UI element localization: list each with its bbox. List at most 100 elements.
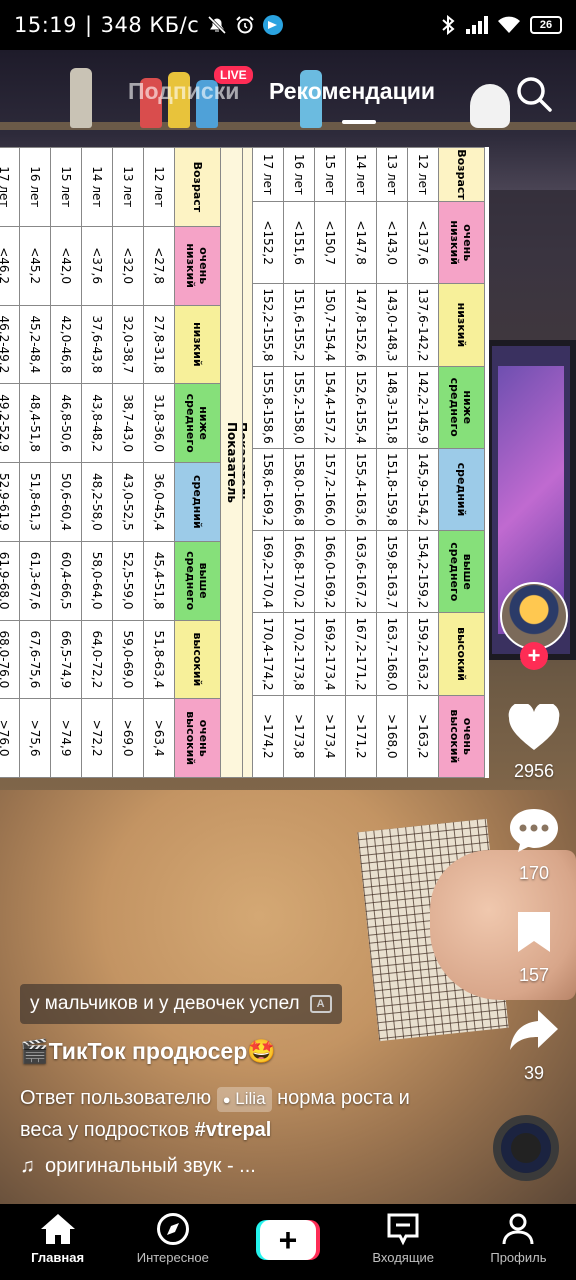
value-cell: <46,2	[0, 226, 20, 305]
nav-discover[interactable]: Интересное	[115, 1204, 230, 1280]
nav-home[interactable]: Главная	[0, 1204, 115, 1280]
age-cell: 14 лет	[81, 147, 113, 227]
search-icon	[517, 77, 552, 112]
value-cell: >163,2	[407, 695, 439, 778]
value-cell: 67,6-75,6	[19, 620, 51, 699]
weight-table: Показатель Возраст очень низкий низкий ниже …	[0, 147, 243, 778]
translate-caption-icon[interactable]: A	[309, 995, 332, 1013]
value-cell: 45,4-51,8	[143, 541, 175, 620]
home-icon	[40, 1214, 75, 1244]
save-button[interactable]: 157	[488, 908, 576, 986]
value-cell: 42,0-46,8	[50, 305, 82, 384]
video-description: Ответ пользователю ● Lilia норма роста и…	[20, 1082, 440, 1146]
nav-profile[interactable]: Профиль	[461, 1204, 576, 1280]
share-button[interactable]: 39	[488, 1006, 576, 1084]
nav-create[interactable]: +	[230, 1204, 345, 1280]
mention-chip[interactable]: ● Lilia	[216, 1087, 272, 1112]
nav-profile-label: Профиль	[490, 1250, 547, 1265]
value-cell: 31,8-36,0	[143, 383, 175, 463]
search-button[interactable]	[514, 74, 554, 114]
column-header: высокий	[174, 620, 221, 699]
age-cell: 13 лет	[376, 147, 408, 202]
age-cell: 15 лет	[50, 147, 82, 227]
profile-icon	[502, 1213, 534, 1245]
follow-button[interactable]: +	[520, 642, 548, 670]
live-badge[interactable]: LIVE	[214, 66, 253, 84]
age-cell: 12 лет	[407, 147, 439, 202]
value-cell: 142,2-145,9	[407, 366, 439, 449]
value-cell: 59,0-69,0	[112, 620, 144, 699]
table-row: 13 лет <32,0 32,0-38,7 38,7-43,0 43,0-52,5 52…	[112, 147, 144, 778]
value-cell: 159,8-163,7	[376, 530, 408, 613]
value-cell: 48,4-51,8	[19, 383, 51, 463]
caption-row: Показатель	[220, 147, 243, 778]
sound-link[interactable]: ♫ оригинальный звук - ...	[20, 1155, 256, 1178]
value-cell: >174,2	[252, 695, 284, 778]
create-button[interactable]: +	[256, 1220, 320, 1260]
reply-prefix: Ответ пользователю	[20, 1087, 212, 1109]
value-cell: 46,2-49,2	[0, 305, 20, 384]
column-header: высокий	[438, 612, 485, 696]
cellular-signal-icon	[466, 16, 488, 34]
column-header: ниже среднего	[438, 366, 485, 449]
hashtag-link[interactable]: #vtrepal	[195, 1119, 272, 1141]
value-cell: 151,8-159,8	[376, 448, 408, 531]
table-row: 13 лет <143,0 143,0-148,3 148,3-151,8 151,8-…	[376, 147, 408, 778]
column-header: очень низкий	[174, 226, 221, 305]
value-cell: <45,2	[19, 226, 51, 305]
age-cell: 17 лет	[0, 147, 20, 227]
value-cell: 167,2-171,2	[345, 612, 377, 696]
nav-inbox-label: Входящие	[372, 1250, 435, 1265]
column-header: очень низкий	[438, 201, 485, 284]
age-cell: 16 лет	[19, 147, 51, 227]
column-header: Возраст	[174, 147, 221, 227]
value-cell: 152,6-155,4	[345, 366, 377, 449]
like-button[interactable]: 2956	[488, 702, 576, 782]
value-cell: 157,2-166,0	[314, 448, 346, 531]
creator-avatar[interactable]	[500, 582, 568, 650]
tab-for-you[interactable]: Рекомендации	[269, 78, 435, 105]
value-cell: 58,0-64,0	[81, 541, 113, 620]
table-row: 12 лет <27,8 27,8-31,8 31,8-36,0 36,0-45,4 45…	[143, 147, 175, 778]
value-cell: <137,6	[407, 201, 439, 284]
comment-button[interactable]: 170	[488, 806, 576, 884]
column-header: очень высокий	[174, 698, 221, 778]
value-cell: 36,0-45,4	[143, 462, 175, 542]
column-header: низкий	[174, 305, 221, 384]
value-cell: 61,9-68,0	[0, 541, 20, 620]
value-cell: 150,7-154,4	[314, 283, 346, 367]
value-cell: 158,6-169,2	[252, 448, 284, 531]
value-cell: 166,0-169,2	[314, 530, 346, 613]
value-cell: 66,5-74,9	[50, 620, 82, 699]
share-count: 39	[523, 1063, 545, 1083]
subtitle-text: у мальчиков и у девочек успел	[30, 993, 300, 1014]
creator-username[interactable]: 🎬ТикТок продюсер🤩	[20, 1038, 276, 1065]
value-cell: 52,5-59,0	[112, 541, 144, 620]
value-cell: >173,4	[314, 695, 346, 778]
save-count: 157	[518, 965, 550, 985]
value-cell: 170,2-173,8	[283, 612, 315, 696]
nav-inbox[interactable]: Входящие	[346, 1204, 461, 1280]
value-cell: 151,6-155,2	[283, 283, 315, 367]
table-row: 14 лет <147,8 147,8-152,6 152,6-155,4 155,4-…	[345, 147, 377, 778]
value-cell: <150,7	[314, 201, 346, 284]
value-cell: 60,4-66,5	[50, 541, 82, 620]
value-cell: 143,0-148,3	[376, 283, 408, 367]
battery-icon: 26	[530, 16, 562, 34]
value-cell: <32,0	[112, 226, 144, 305]
age-cell: 17 лет	[252, 147, 284, 202]
height-table: Возраст очень низкий низкий ниже среднего ср…	[230, 147, 485, 778]
value-cell: 64,0-72,2	[81, 620, 113, 699]
age-cell: 16 лет	[283, 147, 315, 202]
value-cell: >74,9	[50, 698, 82, 778]
plus-icon: +	[260, 1220, 316, 1260]
value-cell: 45,2-48,4	[19, 305, 51, 384]
sound-title: оригинальный звук - ...	[45, 1155, 256, 1177]
weight-table-block: Показатель Возраст очень низкий низкий ниже …	[0, 147, 243, 778]
value-cell: 37,6-43,8	[81, 305, 113, 384]
age-cell: 12 лет	[143, 147, 175, 227]
value-cell: 38,7-43,0	[112, 383, 144, 463]
sound-disc[interactable]	[493, 1115, 559, 1181]
value-cell: 170,4-174,2	[252, 612, 284, 696]
value-cell: 169,2-170,4	[252, 530, 284, 613]
